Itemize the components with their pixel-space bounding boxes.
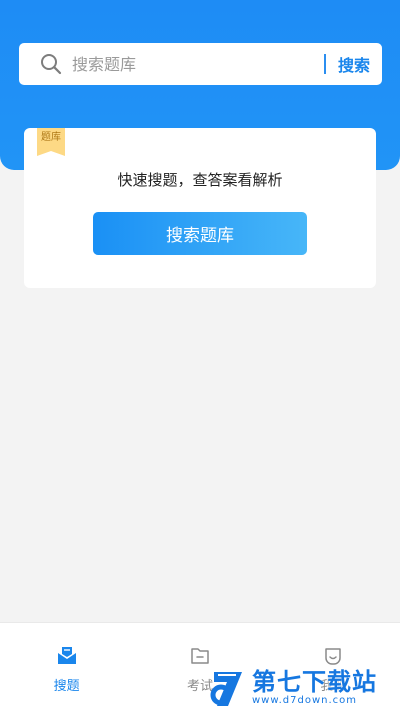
tab-label: 搜题	[53, 679, 80, 694]
search-input[interactable]	[72, 43, 324, 85]
question-bank-tag: 题库	[37, 128, 65, 156]
search-button[interactable]: 搜索	[326, 43, 382, 85]
search-icon	[39, 52, 63, 76]
question-bank-card: 题库 快速搜题，查答案看解析 搜索题库	[24, 128, 376, 288]
search-question-bank-button[interactable]: 搜索题库	[93, 212, 307, 255]
search-bar[interactable]: 搜索	[19, 43, 382, 85]
search-question-icon	[56, 645, 78, 667]
site-watermark: 第七下载站 www.d7down.com	[208, 664, 400, 711]
watermark-title: 第七下载站	[252, 667, 377, 696]
card-subtitle: 快速搜题，查答案看解析	[117, 171, 283, 189]
tag-label: 题库	[41, 132, 61, 143]
watermark-logo	[210, 671, 242, 706]
tab-search-questions[interactable]: 搜题	[0, 623, 133, 711]
app-screen: 搜索 题库 快速搜题，查答案看解析 搜索题库 搜题	[0, 0, 400, 711]
watermark-url: www.d7down.com	[252, 694, 358, 706]
